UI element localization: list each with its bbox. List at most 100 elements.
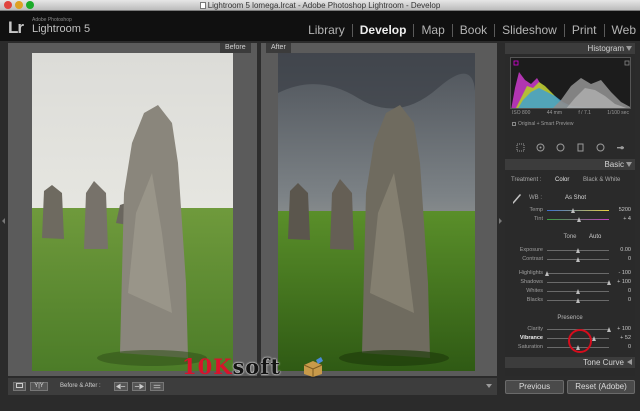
temp-slider-knob[interactable] (571, 207, 576, 213)
loupe-view-button[interactable] (13, 382, 26, 391)
module-book[interactable]: Book (453, 24, 496, 37)
exposure-slider-row: Exposure 0.00 (505, 246, 635, 255)
toolbar-menu-icon[interactable] (486, 384, 492, 388)
white-balance-row: WB : As Shot (505, 193, 635, 205)
histogram-graph (511, 60, 630, 108)
right-panel-toggle-icon[interactable] (499, 218, 502, 224)
graduated-filter-tool-icon[interactable] (576, 143, 585, 152)
highlights-value[interactable]: - 100 (611, 269, 631, 278)
blacks-slider-knob[interactable] (575, 297, 580, 303)
right-panel: Histogram ISO 800 44 mm f / 7.1 1/100 se… (505, 43, 635, 376)
swap-before-after-button[interactable] (150, 382, 164, 391)
wb-select[interactable]: As Shot (565, 195, 586, 201)
module-web[interactable]: Web (605, 24, 640, 37)
copy-after-to-before-button[interactable] (132, 382, 146, 391)
module-develop[interactable]: Develop (353, 24, 415, 37)
vibrance-slider-knob[interactable] (591, 335, 596, 341)
treatment-label: Treatment : (511, 177, 542, 183)
wb-eyedropper-icon[interactable] (512, 193, 522, 205)
tint-slider-row: Tint + 4 (505, 215, 635, 224)
exposure-value[interactable]: 0.00 (611, 246, 631, 255)
window-title: Lightroom 5 lomega.lrcat - Adobe Photosh… (0, 0, 640, 11)
exposure-slider-knob[interactable] (575, 247, 580, 253)
before-after-label: Before & After : (60, 383, 101, 389)
collapse-triangle-icon (626, 46, 632, 51)
swap-icon (153, 384, 161, 389)
contrast-value[interactable]: 0 (611, 255, 631, 264)
image-display-area: Before After (8, 43, 497, 376)
window-titlebar: Lightroom 5 lomega.lrcat - Adobe Photosh… (0, 0, 640, 11)
shadows-slider-knob[interactable] (606, 279, 611, 285)
treatment-bw-option[interactable]: Black & White (583, 177, 620, 183)
treatment-color-option[interactable]: Color (555, 177, 569, 183)
copy-before-to-after-button[interactable] (114, 382, 128, 391)
contrast-slider-knob[interactable] (575, 256, 580, 262)
reset-button[interactable]: Reset (Adobe) (567, 380, 635, 394)
whites-value[interactable]: 0 (611, 287, 631, 296)
after-photo-image (278, 53, 475, 371)
shadows-value[interactable]: + 100 (611, 278, 631, 287)
highlights-slider[interactable] (547, 273, 609, 274)
red-eye-tool-icon[interactable] (556, 143, 565, 152)
tone-auto-button[interactable]: Auto (589, 234, 601, 240)
saturation-value[interactable]: 0 (611, 343, 631, 352)
shadows-slider-row: Shadows + 100 (505, 278, 635, 287)
highlights-slider-knob[interactable] (544, 270, 549, 276)
temp-value[interactable]: 5200 (611, 206, 631, 215)
module-library[interactable]: Library (301, 24, 353, 37)
module-picker: Library Develop Map Book Slideshow Print… (301, 24, 640, 37)
previous-button[interactable]: Previous (505, 380, 564, 394)
whites-slider-row: Whites 0 (505, 287, 635, 296)
basic-panel-header[interactable]: Basic (505, 159, 635, 170)
tone-curve-panel-header[interactable]: Tone Curve (505, 357, 635, 368)
whites-slider-knob[interactable] (575, 288, 580, 294)
whites-label: Whites (526, 288, 543, 294)
saturation-label: Saturation (517, 344, 543, 350)
clarity-label: Clarity (527, 326, 543, 332)
module-print[interactable]: Print (565, 24, 605, 37)
module-map[interactable]: Map (414, 24, 453, 37)
temp-label: Temp (529, 207, 543, 213)
vibrance-highlight-circle (568, 329, 592, 353)
wb-label: WB : (529, 195, 542, 201)
highlights-slider-row: Highlights - 100 (505, 269, 635, 278)
temp-slider-row: Temp 5200 (505, 206, 635, 215)
blacks-slider-row: Blacks 0 (505, 296, 635, 305)
tint-value[interactable]: + 4 (611, 215, 631, 224)
after-photo[interactable] (278, 53, 475, 371)
highlights-label: Highlights (518, 270, 543, 276)
exif-iso: ISO 800 (512, 110, 531, 116)
collapse-triangle-icon (626, 162, 632, 167)
temp-slider[interactable] (547, 210, 609, 211)
clarity-value[interactable]: + 100 (611, 325, 631, 334)
blacks-value[interactable]: 0 (611, 296, 631, 305)
identity-plate-bar: Lr Adobe Photoshop Lightroom 5 Library D… (0, 11, 640, 41)
before-label: Before (220, 43, 251, 53)
histogram-panel-header[interactable]: Histogram (505, 43, 635, 54)
preview-status-icon (512, 122, 516, 126)
exif-focal: 44 mm (546, 110, 563, 116)
lightroom-logo: Lr (8, 18, 24, 37)
after-label: After (266, 43, 291, 53)
before-photo[interactable] (32, 53, 233, 371)
crop-tool-icon[interactable] (516, 143, 525, 152)
before-after-view-button[interactable]: Y|Y (30, 382, 48, 391)
left-panel-toggle-icon[interactable] (2, 218, 5, 224)
exif-aperture: f / 7.1 (578, 110, 591, 116)
blacks-label: Blacks (526, 297, 543, 303)
adjustment-brush-tool-icon[interactable] (616, 143, 625, 152)
module-slideshow[interactable]: Slideshow (495, 24, 565, 37)
product-name: Lightroom 5 (32, 23, 91, 35)
exposure-label: Exposure (519, 247, 543, 253)
vibrance-value[interactable]: + 52 (611, 334, 631, 343)
develop-toolbar: Y|Y Before & After : (8, 378, 497, 395)
spot-removal-tool-icon[interactable] (536, 143, 545, 152)
shadows-label: Shadows (520, 279, 543, 285)
tint-slider-knob[interactable] (576, 216, 581, 222)
watermark-box-icon (303, 357, 323, 377)
shadows-slider[interactable] (547, 282, 609, 283)
radial-filter-tool-icon[interactable] (596, 143, 605, 152)
smart-preview-status: Original + Smart Preview (512, 121, 573, 127)
clarity-slider-knob[interactable] (606, 326, 611, 332)
exif-shutter: 1/100 sec (607, 110, 629, 116)
